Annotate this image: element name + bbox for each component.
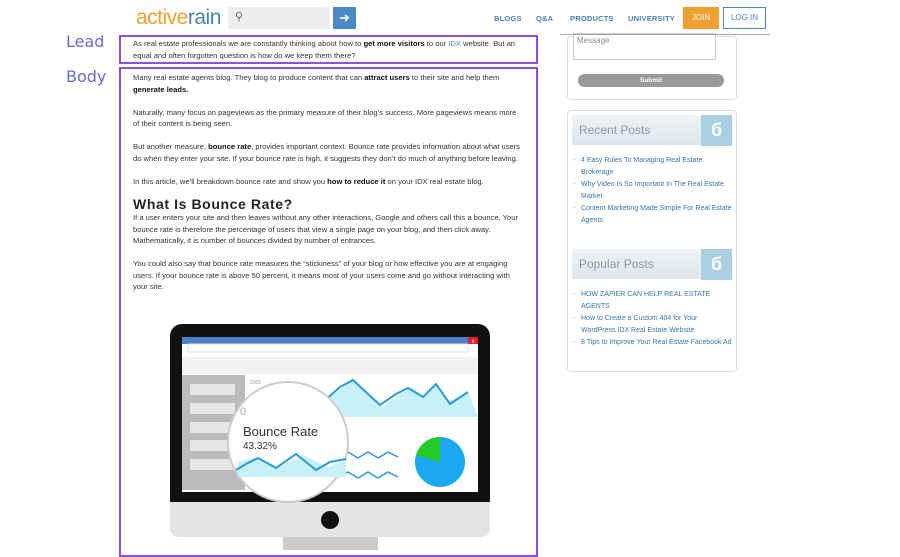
svg-text:43.32%: 43.32% [243,441,277,452]
popular-posts-title: Popular Posts [572,249,702,279]
lead-annotation: Lead [66,32,105,51]
recent-posts-title: Recent Posts [572,115,702,145]
nav-blogs[interactable]: BLOGS [494,14,522,23]
message-textarea[interactable]: Message [573,33,716,60]
nav-qa[interactable]: Q&A [536,14,553,23]
paragraph: Naturally, many focus on pageviews as th… [133,107,517,129]
idx-link[interactable]: IDX [448,39,461,48]
header-divider [560,34,770,35]
paragraph: But another measure, bounce rate, provid… [133,142,521,163]
popular-post-link[interactable]: 8 Tips to Improve Your Real Estate Faceb… [573,337,733,349]
lead-paragraph: As real estate professionals we are cons… [119,35,538,64]
join-button[interactable]: JOIN [683,7,719,29]
search-input[interactable]: ⚲ [228,7,330,29]
login-button[interactable]: LOG IN [723,7,766,29]
svg-text:0: 0 [240,406,246,418]
nav-university[interactable]: UNIVERSITY [628,14,675,23]
search-icon: ⚲ [235,11,244,23]
rss-icon: б [701,115,732,146]
popular-post-link[interactable]: How to Create a Custom 404 for Your Word… [573,313,733,337]
paragraph: You could also say that bounce rate meas… [133,259,510,291]
sidebar-posts-widget: Recent Posts б 4 Easy Rules To Managing … [567,110,737,372]
recent-posts-list: 4 Easy Rules To Managing Real Estate Bro… [573,155,733,227]
search-submit-button[interactable]: ➜ [333,7,356,29]
recent-post-link[interactable]: Why Video Is So Important In The Real Es… [573,179,733,203]
monitor-illustration: x 2000 0 Bounce Rate 43.32% [170,324,490,550]
arrow-right-icon: ➜ [339,10,350,25]
svg-text:Bounce Rate: Bounce Rate [243,424,318,439]
popular-posts-list: HOW ZAPIER CAN HELP REAL ESTATE AGENTS H… [573,289,733,349]
svg-text:x: x [472,339,475,345]
recent-post-link[interactable]: Content Marketing Made Simple For Real E… [573,203,733,227]
submit-button[interactable]: Submit [578,74,724,87]
nav-products[interactable]: PRODUCTS [570,14,614,23]
body-annotation: Body [66,67,107,86]
paragraph: In this article, we’ll breakdown bounce … [133,176,484,186]
recent-post-link[interactable]: 4 Easy Rules To Managing Real Estate Bro… [573,155,733,179]
activerain-logo[interactable]: activerain [136,6,221,30]
svg-text:2000: 2000 [250,380,261,386]
rss-icon: б [701,249,732,280]
section-heading: What Is Bounce Rate? [133,195,293,212]
popular-post-link[interactable]: HOW ZAPIER CAN HELP REAL ESTATE AGENTS [573,289,733,313]
paragraph: Many real estate agents blog. They blog … [133,73,500,94]
paragraph: If a user enters your site and then leav… [133,213,518,245]
